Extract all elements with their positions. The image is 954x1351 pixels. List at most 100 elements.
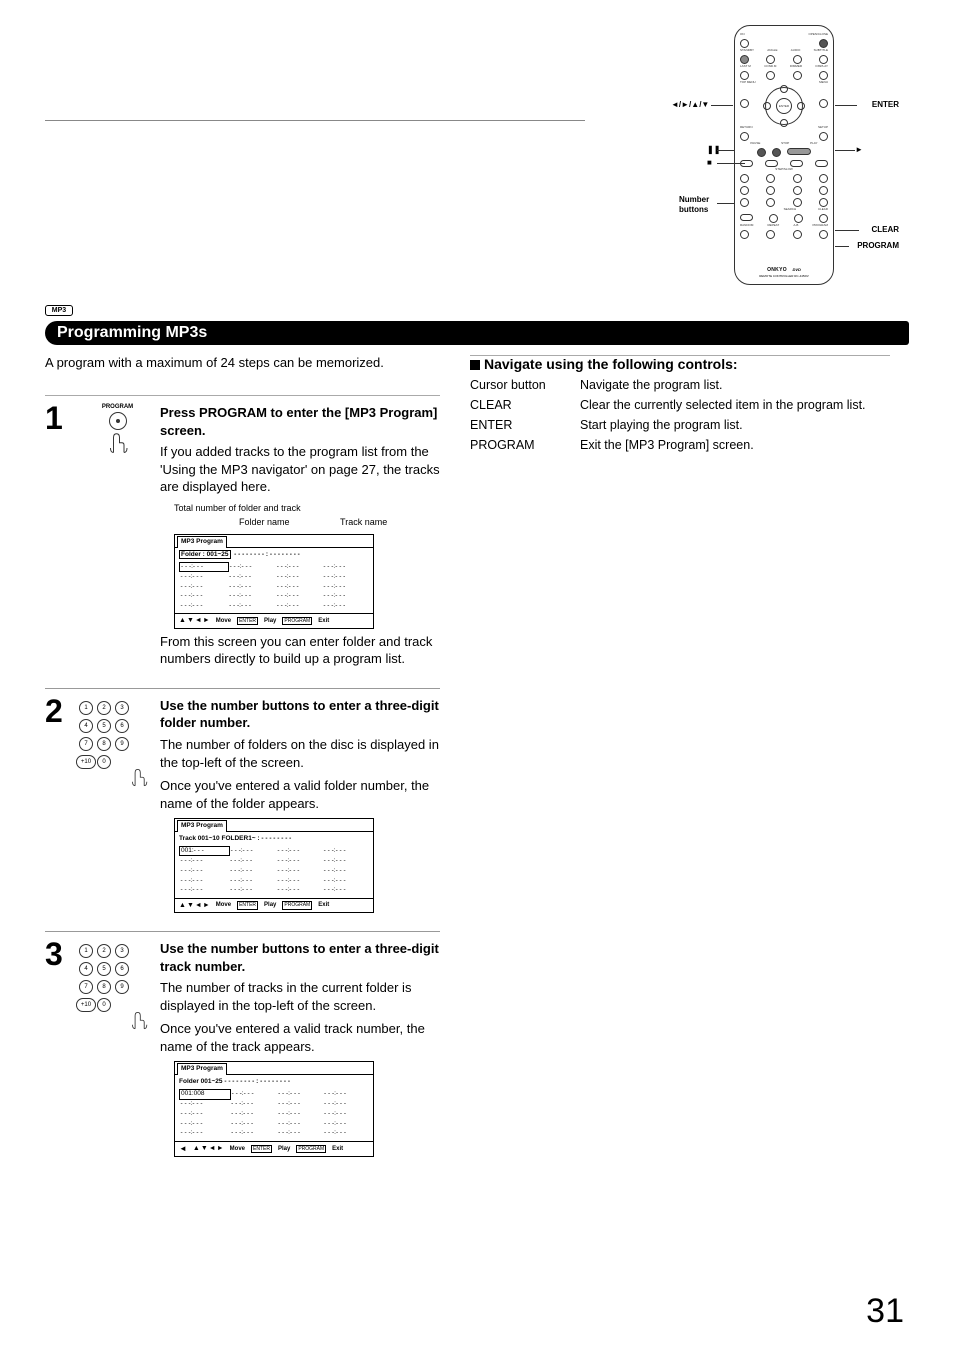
callout-folder-name: Folder name [239,516,290,528]
remote-lbl: MENU [819,81,828,84]
remote-lbl: PAUSE [750,142,760,145]
top-divider [45,120,585,121]
remote-lbl: DIMMER [790,65,802,68]
callout-enter: ENTER [872,100,899,109]
screen-tab: MP3 Program [177,820,227,832]
remote-lbl: A-B [793,224,798,227]
control-row: ENTER Start playing the program list. [470,418,890,432]
control-desc: Clear the currently selected item in the… [580,398,890,412]
control-row: PROGRAM Exit the [MP3 Program] screen. [470,438,890,452]
program-table: 001:- - -- - -:- - -- - -:- - -- - -:- -… [179,846,369,896]
screen-header-left: Folder : 001~25 [179,550,231,559]
mp3-program-screen-2: MP3 Program Track 001~10 FOLDER1~ : - - … [174,818,374,913]
step3-body1: The number of tracks in the current fold… [160,979,440,1014]
screen-header-right: - - - - - - - - : - - - - - - - - [234,551,300,558]
remote-lbl: LAST M [740,65,751,68]
control-row: Cursor button Navigate the program list. [470,378,890,392]
foot-move: Move [230,1145,245,1153]
callout-program: PROGRAM [857,241,899,250]
finger-icon [126,761,152,787]
control-desc: Start playing the program list. [580,418,890,432]
remote-brand: ONKYO [767,267,787,273]
mp3-program-screen-3: MP3 Program Folder 001~25 - - - - - - - … [174,1061,374,1157]
callout-stop: ■ [707,158,712,167]
page-number: 31 [866,1292,904,1331]
callout-clear: CLEAR [871,225,899,234]
control-key: ENTER [470,418,580,432]
step-number: 1 [45,404,75,674]
foot-play: Play [264,617,276,625]
foot-play: Play [278,1145,290,1153]
screen-tab: MP3 Program [177,536,227,548]
step3-body2: Once you've entered a valid track number… [160,1020,440,1055]
callout-arrows: ◄/►/▲/▼ [671,100,709,109]
foot-enter-tag: ENTER [237,617,258,626]
callout-number-buttons-1: Number [679,195,709,204]
control-desc: Navigate the program list. [580,378,890,392]
control-key: CLEAR [470,398,580,412]
program-button-label: PROGRAM [75,404,160,410]
remote-lbl: STANDBY [740,49,754,52]
section-title: Programming MP3s [45,321,909,345]
remote-dvd-logo: DVD [792,267,800,272]
remote-lbl: REPEAT [767,224,779,227]
foot-enter-tag: ENTER [237,901,258,910]
program-table: 001:008- - -:- - -- - -:- - -- - -:- - -… [179,1089,369,1139]
finger-icon [126,1004,152,1030]
remote-illustration: ONOPEN/CLOSE STANDBYANGLEAUDIOSUBTITLE L… [639,25,899,290]
foot-program-tag: PROGRAM [282,617,312,626]
step1-heading: Press PROGRAM to enter the [MP3 Program]… [160,404,440,439]
section-intro: A program with a maximum of 24 steps can… [45,355,384,370]
step-3: 3 123 456 789 +100 Use the number button… [45,931,440,1161]
step1-body2: From this screen you can enter folder an… [160,633,440,668]
foot-move: Move [216,617,231,625]
step3-heading: Use the number buttons to enter a three-… [160,940,440,975]
callout-total: Total number of folder and track [174,502,301,514]
foot-program-tag: PROGRAM [296,1145,326,1154]
step-number: 2 [45,697,75,917]
callout-number-buttons-2: buttons [679,205,708,214]
remote-lbl: ANGLE [767,49,777,52]
remote-lbl: RANDOM [740,224,753,227]
step-number: 3 [45,940,75,1161]
control-key: Cursor button [470,378,580,392]
foot-play: Play [264,901,276,909]
foot-exit: Exit [332,1145,343,1153]
remote-lbl: OPEN/CLOSE [808,33,828,36]
step2-body1: The number of folders on the disc is dis… [160,736,440,771]
remote-lbl: PROGRAM [812,224,828,227]
callout-play: ► [855,145,863,154]
foot-move: Move [216,901,231,909]
remote-lbl: COND.M [764,65,776,68]
foot-exit: Exit [318,617,329,625]
remote-lbl: STEP/SLOW [775,168,793,171]
remote-lbl: PLAY [810,142,817,145]
screen-tab: MP3 Program [177,1063,227,1075]
control-desc: Exit the [MP3 Program] screen. [580,438,890,452]
navigate-heading: Navigate using the following controls: [470,355,890,372]
foot-enter-tag: ENTER [251,1145,272,1154]
mp3-badge: MP3 [45,305,73,316]
remote-lbl: DISPLAY [816,65,828,68]
step2-body2: Once you've entered a valid folder numbe… [160,777,440,812]
number-keypad-illustration: 123 456 789 +100 [79,944,160,1012]
control-key: PROGRAM [470,438,580,452]
remote-lbl: SETUP [818,126,828,129]
remote-model: REMOTE CONTROLLER RC-445DV [735,274,833,278]
step-2: 2 123 456 789 +100 Use the number button… [45,688,440,917]
remote-lbl: ON [740,33,745,36]
foot-program-tag: PROGRAM [282,901,312,910]
remote-lbl: CLEAR [818,208,828,211]
remote-lbl: SEARCH [784,208,797,211]
mp3-program-screen-1: MP3 Program Folder : 001~25 - - - - - - … [174,534,374,629]
step-1: 1 PROGRAM Press PROGRAM to enter the [MP… [45,395,440,674]
remote-lbl: SUBTITLE [814,49,828,52]
remote-lbl: RETURN [740,126,753,129]
step2-heading: Use the number buttons to enter a three-… [160,697,440,732]
foot-exit: Exit [318,901,329,909]
callout-track-name: Track name [340,516,387,528]
remote-lbl: TOP MENU [740,81,756,84]
control-row: CLEAR Clear the currently selected item … [470,398,890,412]
finger-icon [103,424,133,454]
screen-header: Folder 001~25 - - - - - - - - : - - - - … [179,1078,369,1087]
